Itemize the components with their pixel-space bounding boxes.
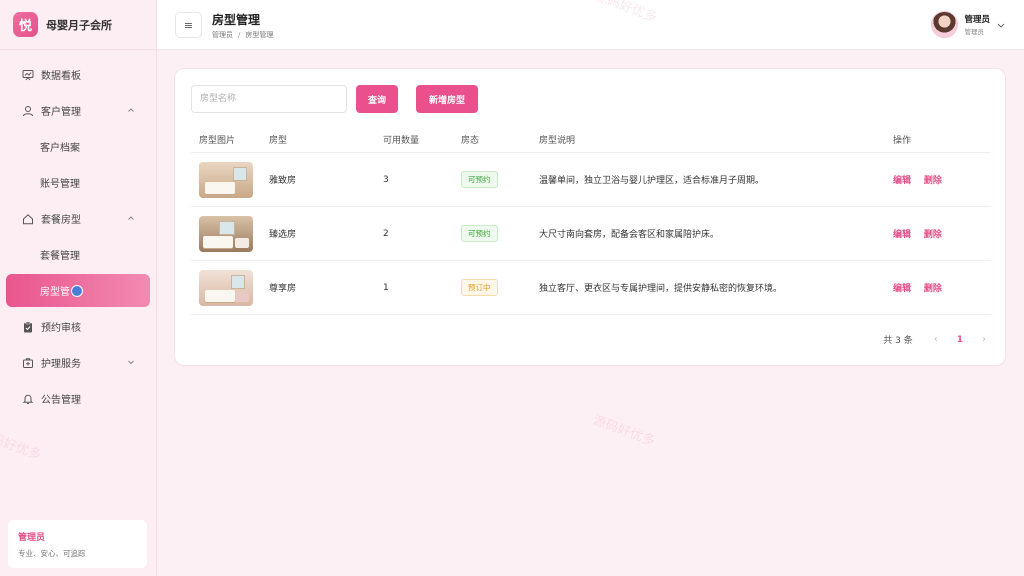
sidebar-card-subtitle: 专业、安心、可追踪	[18, 549, 86, 558]
edit-button[interactable]: 编辑	[893, 230, 911, 240]
room-type-table: 房型图片 房型 可用数量 房态 房型说明 操作 雅致房 3 可预约 温馨单间，独…	[191, 127, 991, 315]
table-row: 尊享房 1 预订中 独立客厅、更衣区与专属护理间，提供安静私密的恢复环境。 编辑…	[191, 261, 991, 315]
avatar	[931, 11, 959, 38]
sidebar: 悦 母婴月子会所 数据看板 客户管理 客户档案 账号管理 套餐房型 套餐管理 房…	[0, 0, 157, 576]
status-badge: 预订中	[461, 279, 498, 296]
delete-button[interactable]: 删除	[924, 230, 942, 240]
column-header: 房型图片	[199, 136, 236, 146]
user-name: 管理员	[964, 15, 990, 25]
breadcrumb-separator: /	[238, 31, 241, 39]
chevron-down-icon	[997, 23, 1005, 28]
sidebar-item-label: 数据看板	[41, 71, 81, 82]
column-header: 房态	[461, 136, 480, 146]
add-room-type-button[interactable]: 新增房型	[416, 85, 478, 113]
query-button[interactable]: 查询	[356, 85, 398, 113]
sidebar-item-announcements[interactable]: 公告管理	[6, 382, 150, 415]
table-row: 雅致房 3 可预约 温馨单间，独立卫浴与婴儿护理区，适合标准月子周期。 编辑 删…	[191, 153, 991, 207]
chart-board-icon	[22, 69, 34, 81]
sidebar-item-label: 房型管	[40, 287, 70, 298]
sidebar-item-dashboard[interactable]: 数据看板	[6, 58, 150, 91]
next-page-button[interactable]: ›	[979, 334, 989, 345]
room-name: 尊享房	[269, 284, 297, 294]
user-icon	[22, 105, 34, 117]
user-menu[interactable]: 管理员 管理员	[931, 11, 1006, 38]
delete-button[interactable]: 删除	[924, 284, 942, 294]
sidebar-item-label: 客户档案	[40, 143, 80, 154]
home-icon	[22, 213, 34, 225]
pagination: 共 3 条 ‹ 1 ›	[883, 333, 989, 346]
menu-toggle-button[interactable]: ≡	[175, 12, 202, 38]
pagination-total: 共 3 条	[883, 336, 913, 346]
sidebar-item-packages-rooms[interactable]: 套餐房型	[6, 202, 150, 235]
table-header: 房型图片 房型 可用数量 房态 房型说明 操作	[191, 127, 991, 153]
sidebar-nav: 数据看板 客户管理 客户档案 账号管理 套餐房型 套餐管理 房型管 预约审核 护…	[0, 50, 156, 415]
sidebar-item-customers[interactable]: 客户管理	[6, 94, 150, 127]
sidebar-item-nursing[interactable]: 护理服务	[6, 346, 150, 379]
sidebar-item-label: 护理服务	[41, 359, 81, 370]
status-badge: 可预约	[461, 225, 498, 242]
sidebar-item-label: 公告管理	[41, 395, 81, 406]
sidebar-item-accounts[interactable]: 账号管理	[6, 166, 150, 199]
sidebar-profile-card: 管理员 专业、安心、可追踪	[8, 520, 147, 568]
sidebar-item-room-types[interactable]: 房型管	[6, 274, 150, 307]
status-badge: 可预约	[461, 171, 498, 188]
sidebar-item-label: 套餐房型	[41, 215, 81, 226]
sidebar-item-label: 客户管理	[41, 107, 81, 118]
room-name-search-input[interactable]	[191, 85, 347, 113]
sidebar-item-label: 预约审核	[41, 323, 81, 334]
room-qty: 2	[383, 228, 389, 239]
room-description: 温馨单间，独立卫浴与婴儿护理区，适合标准月子周期。	[539, 176, 765, 186]
column-header: 操作	[893, 136, 912, 146]
sidebar-item-packages[interactable]: 套餐管理	[6, 238, 150, 271]
edit-button[interactable]: 编辑	[893, 176, 911, 186]
sidebar-item-label: 套餐管理	[40, 251, 80, 262]
clipboard-check-icon	[22, 321, 34, 333]
room-description: 大尺寸南向套房，配备会客区和家属陪护床。	[539, 230, 720, 240]
cursor-dot-icon	[71, 284, 83, 297]
sidebar-item-booking-review[interactable]: 预约审核	[6, 310, 150, 343]
sidebar-item-label: 账号管理	[40, 179, 80, 190]
first-aid-icon	[22, 357, 34, 369]
room-image	[199, 215, 253, 252]
sidebar-card-title: 管理员	[18, 533, 46, 543]
top-header: ≡ 房型管理 管理员 / 房型管理 管理员 管理员	[157, 0, 1024, 50]
room-description: 独立客厅、更衣区与专属护理间，提供安静私密的恢复环境。	[539, 284, 783, 294]
page-number-current[interactable]: 1	[957, 335, 963, 345]
breadcrumb: 管理员 / 房型管理	[212, 30, 273, 40]
room-type-panel: 查询 新增房型 房型图片 房型 可用数量 房态 房型说明 操作 雅致房 3 可预…	[174, 68, 1006, 366]
watermark: 源码好优多	[590, 413, 657, 450]
chevron-up-icon	[128, 108, 134, 112]
chevron-up-icon	[128, 216, 134, 220]
prev-page-button[interactable]: ‹	[931, 334, 941, 345]
room-image	[199, 161, 253, 198]
column-header: 房型说明	[539, 136, 576, 146]
room-image	[199, 269, 253, 306]
breadcrumb-item: 房型管理	[245, 31, 274, 39]
brand-logo: 悦	[13, 12, 38, 37]
user-role: 管理员	[964, 28, 984, 36]
bell-icon	[22, 393, 34, 405]
delete-button[interactable]: 删除	[924, 176, 942, 186]
breadcrumb-item[interactable]: 管理员	[212, 31, 233, 39]
room-name: 雅致房	[269, 176, 297, 186]
brand: 悦 母婴月子会所	[0, 0, 156, 50]
edit-button[interactable]: 编辑	[893, 284, 911, 294]
room-name: 臻选房	[269, 230, 297, 240]
column-header: 房型	[269, 136, 288, 146]
sidebar-item-customer-records[interactable]: 客户档案	[6, 130, 150, 163]
brand-name: 母婴月子会所	[46, 18, 112, 32]
table-row: 臻选房 2 可预约 大尺寸南向套房，配备会客区和家属陪护床。 编辑 删除	[191, 207, 991, 261]
chevron-down-icon	[128, 360, 134, 365]
menu-icon: ≡	[183, 18, 194, 32]
page-title: 房型管理	[212, 13, 261, 27]
room-qty: 1	[383, 282, 389, 293]
room-qty: 3	[383, 174, 389, 185]
column-header: 可用数量	[383, 136, 420, 146]
